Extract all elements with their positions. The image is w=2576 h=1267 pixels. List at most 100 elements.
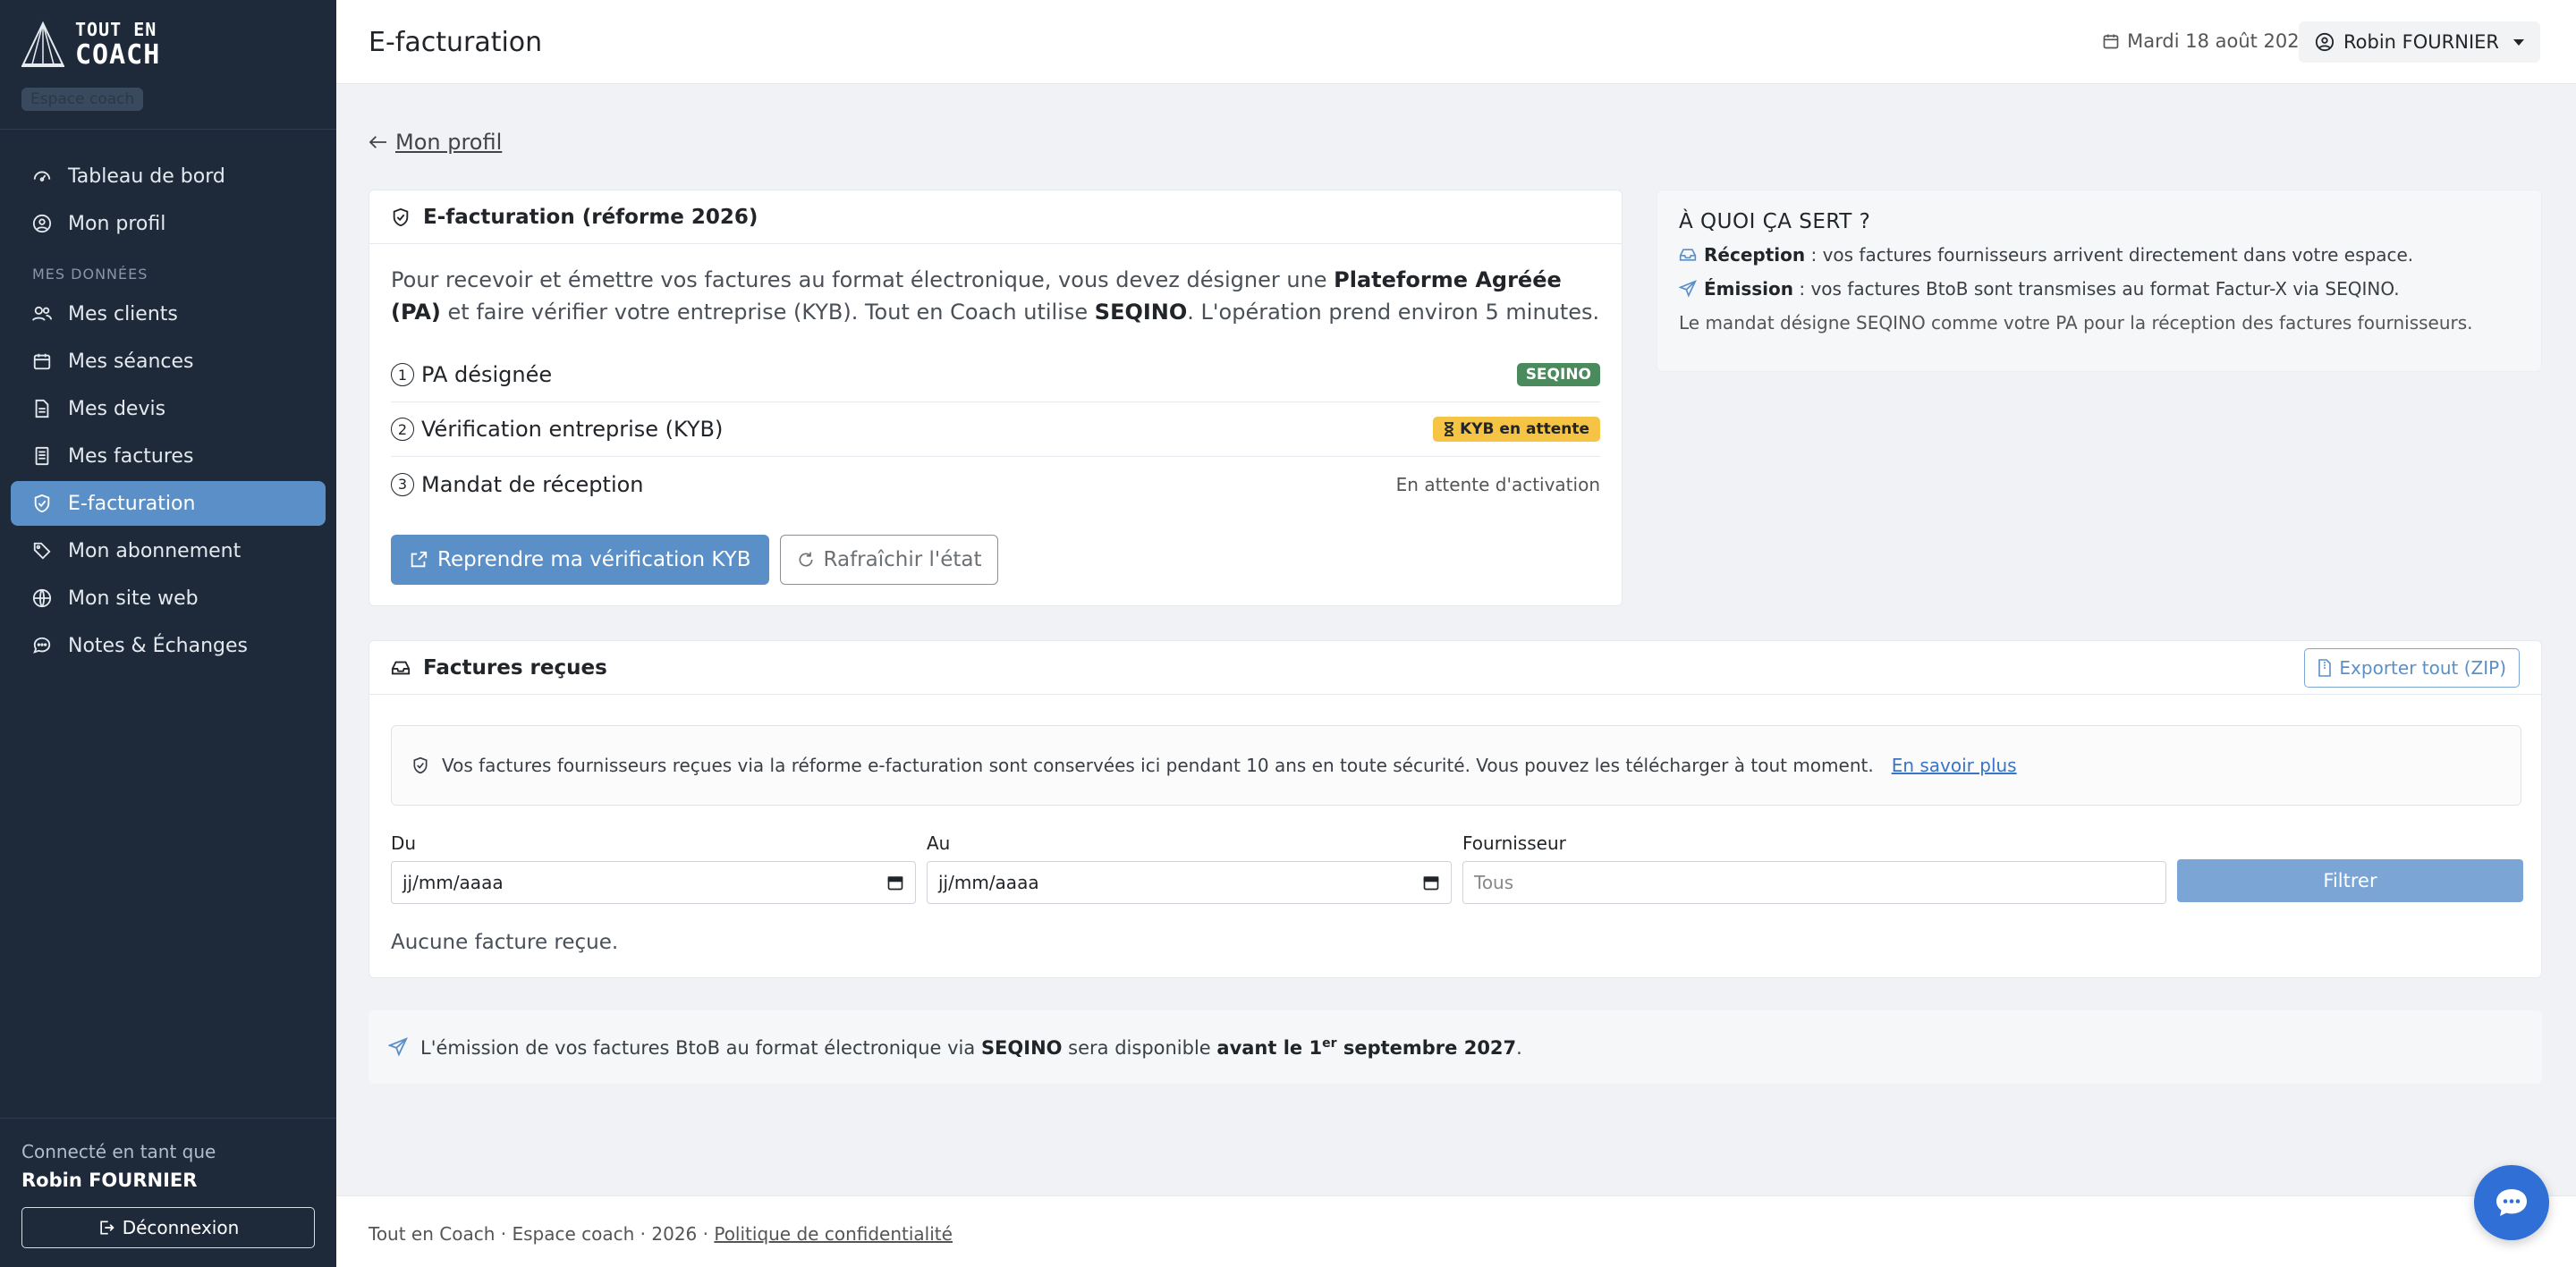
step-kyb: 2 Vérification entreprise (KYB) KYB en a… <box>391 402 1600 457</box>
supplier-input[interactable]: Tous <box>1462 861 2166 904</box>
chat-support-button[interactable] <box>2474 1165 2549 1240</box>
hourglass-icon <box>1445 422 1454 436</box>
page-title: E-facturation <box>369 27 543 58</box>
privacy-policy-link[interactable]: Politique de confidentialité <box>714 1223 953 1245</box>
step-number: 1 <box>391 363 414 386</box>
chevron-down-icon <box>2513 38 2524 46</box>
info-emission: Émission : vos factures BtoB sont transm… <box>1679 278 2520 300</box>
efacturation-card-header: E-facturation (réforme 2026) <box>369 190 1622 244</box>
chat-bubble-icon <box>2496 1189 2527 1216</box>
filters-row: Du jj/mm/aaaa Au jj/mm/aaaa Fournisseur … <box>391 832 2523 904</box>
refresh-icon <box>799 552 813 567</box>
filter-supplier-label: Fournisseur <box>1462 832 1566 854</box>
user-circle-icon <box>2315 32 2334 52</box>
sidebar-section-label: MES DONNÉES <box>32 266 148 283</box>
step-label: Vérification entreprise (KYB) <box>421 417 724 442</box>
sidebar-nav: Tableau de bord Mon profil MES DONNÉES M… <box>11 154 326 671</box>
efacturation-intro: Pour recevoir et émettre vos factures au… <box>391 267 1600 325</box>
external-link-icon <box>411 551 428 568</box>
logo-line2: COACH <box>75 39 161 71</box>
logout-button[interactable]: Déconnexion <box>21 1207 315 1248</box>
user-menu-name: Robin FOURNIER <box>2343 31 2499 53</box>
sidebar-divider <box>0 129 336 130</box>
page-footer: Tout en Coach · Espace coach · 2026 · Po… <box>336 1195 2576 1267</box>
top-header: E-facturation Mardi 18 août 2026 Robin F… <box>336 0 2576 84</box>
sidebar-item-profile[interactable]: Mon profil <box>11 201 326 246</box>
sidebar-item-label: Mes clients <box>68 302 178 325</box>
refresh-status-button[interactable]: Rafraîchir l'état <box>779 535 999 585</box>
sidebar-item-abonnement[interactable]: Mon abonnement <box>11 528 326 573</box>
users-icon <box>30 302 54 325</box>
arrow-left-icon <box>369 136 386 148</box>
step-label: PA désignée <box>421 362 553 387</box>
logo-line1: TOUT EN <box>75 19 157 40</box>
date-from-input[interactable]: jj/mm/aaaa <box>391 861 916 904</box>
info-reception: Réception : vos factures fournisseurs ar… <box>1679 244 2520 266</box>
calendar-icon[interactable] <box>1422 874 1440 891</box>
efacturation-card: E-facturation (réforme 2026) Pour recevo… <box>369 190 1623 606</box>
sidebar-item-label: Mon profil <box>68 212 166 235</box>
user-menu-dropdown[interactable]: Robin FOURNIER <box>2299 21 2540 63</box>
step-status-text: En attente d'activation <box>1395 473 1600 495</box>
info-note: Le mandat désigne SEQINO comme votre PA … <box>1679 312 2473 334</box>
invoice-icon <box>30 444 54 468</box>
sidebar-item-label: E-facturation <box>68 492 196 515</box>
sidebar-item-label: Mes devis <box>68 397 166 420</box>
calendar-icon <box>30 350 54 373</box>
shield-check-icon <box>30 492 54 515</box>
sidebar-item-efacturation[interactable]: E-facturation <box>11 481 326 526</box>
sidebar-item-label: Mes factures <box>68 444 194 468</box>
sidebar-item-notes[interactable]: Notes & Échanges <box>11 623 326 668</box>
filter-button[interactable]: Filtrer <box>2177 859 2523 902</box>
step-number: 2 <box>391 418 414 441</box>
sidebar-item-clients[interactable]: Mes clients <box>11 291 326 336</box>
logout-icon <box>100 1221 114 1235</box>
step-pa: 1 PA désignée SEQINO <box>391 348 1600 402</box>
sidebar-item-label: Mes séances <box>68 350 194 373</box>
date-to-input[interactable]: jj/mm/aaaa <box>927 861 1452 904</box>
filter-from-label: Du <box>391 832 417 854</box>
sidebar-item-label: Tableau de bord <box>68 165 225 188</box>
sidebar-item-site-web[interactable]: Mon site web <box>11 576 326 621</box>
status-badge: KYB en attente <box>1433 417 1600 442</box>
logo[interactable]: TOUT EN COACH <box>20 20 160 70</box>
empty-invoices-message: Aucune facture reçue. <box>391 931 619 954</box>
file-zip-icon <box>2318 658 2332 677</box>
learn-more-link[interactable]: En savoir plus <box>1892 755 2017 776</box>
shield-check-icon <box>413 756 428 774</box>
info-card: À QUOI ÇA SERT ? Réception : vos facture… <box>1657 190 2542 372</box>
factures-recues-card: Factures reçues Exporter tout (ZIP) Vos … <box>369 640 2542 978</box>
logout-label: Déconnexion <box>122 1217 240 1238</box>
efacturation-steps: 1 PA désignée SEQINO 2 Vérification entr… <box>391 348 1600 511</box>
chat-icon <box>30 634 54 657</box>
back-to-profile-link[interactable]: Mon profil <box>369 130 502 155</box>
calendar-icon <box>2103 34 2119 49</box>
dashboard-icon <box>30 165 54 188</box>
tags-icon <box>30 539 54 562</box>
efacturation-card-title: E-facturation (réforme 2026) <box>423 205 758 229</box>
sidebar-item-label: Mon abonnement <box>68 539 242 562</box>
globe-icon <box>30 587 54 610</box>
calendar-icon[interactable] <box>886 874 904 891</box>
export-zip-button[interactable]: Exporter tout (ZIP) <box>2304 647 2520 688</box>
send-icon <box>388 1037 408 1057</box>
sidebar-divider <box>0 1118 336 1119</box>
sidebar-item-label: Notes & Échanges <box>68 634 249 657</box>
step-label: Mandat de réception <box>421 471 644 497</box>
footer-text: Tout en Coach · Espace coach · 2026 · Po… <box>369 1223 953 1245</box>
logo-sail-icon <box>21 21 64 67</box>
inbox-icon <box>1679 249 1697 261</box>
sidebar-item-devis[interactable]: Mes devis <box>11 386 326 431</box>
espace-coach-badge: Espace coach <box>21 88 144 111</box>
info-card-title: À QUOI ÇA SERT ? <box>1679 210 1871 233</box>
connected-as-label: Connecté en tant que <box>21 1141 216 1162</box>
connected-user-name: Robin FOURNIER <box>21 1170 198 1191</box>
sidebar: TOUT EN COACH Espace coach Tableau de bo… <box>0 0 336 1267</box>
resume-kyb-button[interactable]: Reprendre ma vérification KYB <box>391 535 769 585</box>
sidebar-item-label: Mon site web <box>68 587 199 610</box>
sidebar-item-factures[interactable]: Mes factures <box>11 434 326 478</box>
retention-notice-text: Vos factures fournisseurs reçues via la … <box>442 755 1874 776</box>
sidebar-item-dashboard[interactable]: Tableau de bord <box>11 154 326 198</box>
user-circle-icon <box>30 212 54 235</box>
sidebar-item-seances[interactable]: Mes séances <box>11 339 326 384</box>
